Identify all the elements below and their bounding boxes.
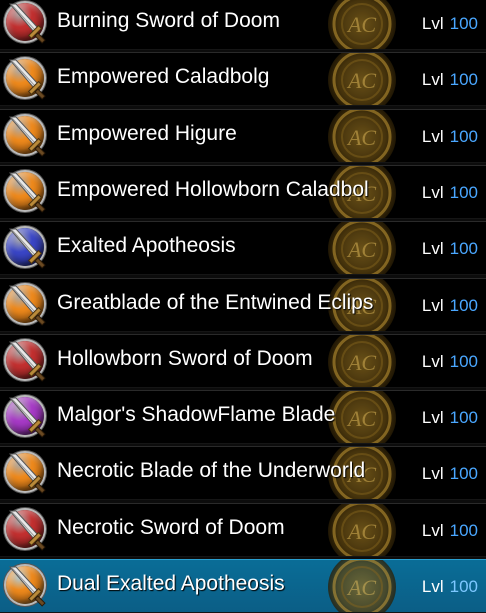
emblem-text: AC (346, 68, 376, 93)
level-label: Lvl (421, 239, 444, 258)
item-name: Greatblade of the Entwined Eclips (57, 291, 374, 314)
emblem-text: AC (346, 125, 376, 150)
ac-emblem-icon: AC (328, 560, 396, 612)
level-label: Lvl (421, 464, 444, 483)
item-level: Lvl 100 (422, 0, 478, 47)
emblem-text: AC (346, 237, 376, 262)
item-name: Malgor's ShadowFlame Blade (57, 403, 336, 426)
emblem-text: AC (346, 406, 376, 431)
level-value: 100 (449, 464, 478, 483)
level-label: Lvl (421, 352, 444, 371)
level-label: Lvl (421, 577, 444, 596)
item-level: Lvl 100 (422, 222, 478, 272)
list-item-9[interactable]: Necrotic Blade of the Underworld AC Lvl 1… (0, 446, 486, 500)
emblem-text: AC (346, 350, 376, 375)
sword-icon (8, 566, 46, 607)
item-name: Dual Exalted Apotheosis (57, 572, 285, 595)
list-item-5[interactable]: Exalted Apotheosis AC Lvl 100 (0, 221, 486, 275)
ac-emblem-icon: AC (328, 335, 396, 387)
item-level: Lvl 100 (422, 391, 478, 441)
item-name: Empowered Higure (57, 122, 237, 145)
sword-icon (8, 116, 46, 157)
level-value: 100 (449, 70, 478, 89)
list-item-3[interactable]: Empowered Higure AC Lvl 100 (0, 109, 486, 163)
level-label: Lvl (421, 14, 444, 33)
level-value: 100 (449, 521, 478, 540)
sword-icon (8, 510, 46, 551)
list-item-11[interactable]: Dual Exalted Apotheosis AC Lvl 100 (0, 559, 486, 613)
ac-emblem-icon: AC (328, 110, 396, 162)
level-label: Lvl (421, 296, 444, 315)
list-item-1[interactable]: Burning Sword of Doom AC Lvl 100 (0, 0, 486, 50)
item-list[interactable]: Burning Sword of Doom AC Lvl 100 Empower… (0, 0, 486, 613)
ac-emblem-icon: AC (328, 504, 396, 556)
level-value: 100 (449, 239, 478, 258)
item-name: Empowered Hollowborn Caladbol (57, 178, 369, 201)
list-item-2[interactable]: Empowered Caladbolg AC Lvl 100 (0, 52, 486, 106)
list-item-7[interactable]: Hollowborn Sword of Doom AC Lvl 100 (0, 334, 486, 388)
ac-emblem-icon: AC (328, 0, 396, 49)
item-level: Lvl 100 (422, 504, 478, 554)
sword-icon (8, 3, 46, 44)
item-level: Lvl 100 (422, 166, 478, 216)
emblem-text: AC (346, 575, 376, 600)
item-level: Lvl 100 (422, 560, 478, 610)
sword-icon (8, 172, 46, 213)
item-name: Empowered Caladbolg (57, 65, 270, 88)
sword-icon (8, 397, 46, 438)
level-value: 100 (449, 14, 478, 33)
item-level: Lvl 100 (422, 447, 478, 497)
list-item-8[interactable]: Malgor's ShadowFlame Blade AC Lvl 100 (0, 390, 486, 444)
level-label: Lvl (421, 521, 444, 540)
item-level: Lvl 100 (422, 335, 478, 385)
sword-icon (8, 285, 46, 326)
list-item-4[interactable]: Empowered Hollowborn Caladbol AC Lvl 100 (0, 165, 486, 219)
sword-icon (8, 341, 46, 382)
level-label: Lvl (421, 408, 444, 427)
level-value: 100 (449, 183, 478, 202)
ac-emblem-icon: AC (328, 222, 396, 274)
level-value: 100 (449, 577, 478, 596)
item-name: Necrotic Sword of Doom (57, 516, 285, 539)
item-level: Lvl 100 (422, 279, 478, 329)
item-name: Necrotic Blade of the Underworld (57, 459, 366, 482)
item-level: Lvl 100 (422, 110, 478, 160)
sword-icon (8, 228, 46, 269)
ac-emblem-icon: AC (328, 53, 396, 105)
item-name: Burning Sword of Doom (57, 9, 280, 32)
list-item-10[interactable]: Necrotic Sword of Doom AC Lvl 100 (0, 503, 486, 557)
level-value: 100 (449, 296, 478, 315)
level-label: Lvl (421, 183, 444, 202)
item-name: Hollowborn Sword of Doom (57, 347, 313, 370)
emblem-text: AC (346, 12, 376, 37)
sword-icon (8, 453, 46, 494)
item-name: Exalted Apotheosis (57, 234, 236, 257)
level-value: 100 (449, 408, 478, 427)
sword-icon (8, 59, 46, 100)
list-item-6[interactable]: Greatblade of the Entwined Eclips AC Lvl… (0, 278, 486, 332)
level-label: Lvl (421, 127, 444, 146)
emblem-text: AC (346, 519, 376, 544)
level-value: 100 (449, 127, 478, 146)
level-value: 100 (449, 352, 478, 371)
item-level: Lvl 100 (422, 53, 478, 103)
level-label: Lvl (421, 70, 444, 89)
